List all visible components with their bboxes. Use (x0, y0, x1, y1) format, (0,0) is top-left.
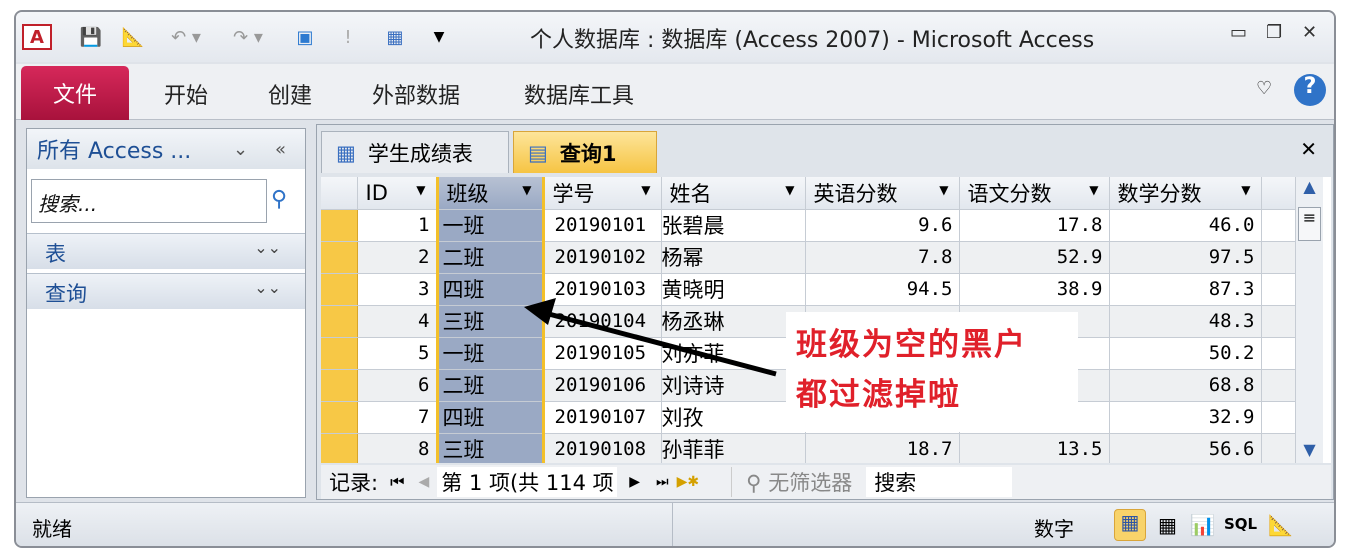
annotation-callout: 班级为空的黑户 都过滤掉啦 (786, 312, 1078, 432)
annotation-line: 都过滤掉啦 (796, 377, 961, 413)
annotation-arrow (524, 298, 777, 377)
annotation-line: 班级为空的黑户 (796, 327, 1027, 363)
